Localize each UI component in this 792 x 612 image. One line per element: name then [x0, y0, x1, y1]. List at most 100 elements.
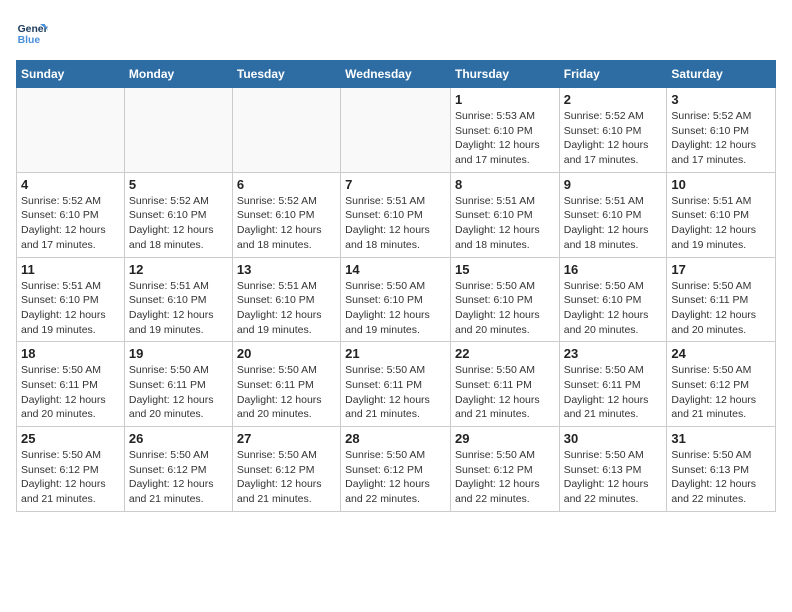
calendar-cell: 13Sunrise: 5:51 AM Sunset: 6:10 PM Dayli… [232, 257, 340, 342]
calendar-cell: 3Sunrise: 5:52 AM Sunset: 6:10 PM Daylig… [667, 88, 776, 173]
day-info: Sunrise: 5:50 AM Sunset: 6:11 PM Dayligh… [345, 363, 446, 422]
weekday-header-friday: Friday [559, 61, 667, 88]
calendar-cell: 1Sunrise: 5:53 AM Sunset: 6:10 PM Daylig… [450, 88, 559, 173]
day-info: Sunrise: 5:50 AM Sunset: 6:13 PM Dayligh… [671, 448, 771, 507]
calendar-cell: 4Sunrise: 5:52 AM Sunset: 6:10 PM Daylig… [17, 172, 125, 257]
day-info: Sunrise: 5:50 AM Sunset: 6:12 PM Dayligh… [129, 448, 228, 507]
day-number: 15 [455, 262, 555, 277]
day-number: 4 [21, 177, 120, 192]
day-info: Sunrise: 5:50 AM Sunset: 6:12 PM Dayligh… [455, 448, 555, 507]
calendar-cell: 27 Sunrise: 5:50 AM Sunset: 6:12 PM Dayli… [232, 427, 340, 512]
day-number: 11 [21, 262, 120, 277]
calendar-cell: 24 Sunrise: 5:50 AM Sunset: 6:12 PM Dayli… [667, 342, 776, 427]
weekday-header-monday: Monday [124, 61, 232, 88]
page-header: General Blue [16, 16, 776, 48]
calendar-cell: 19 Sunrise: 5:50 AM Sunset: 6:11 PM Dayli… [124, 342, 232, 427]
day-number: 21 [345, 346, 446, 361]
calendar-cell: 29 Sunrise: 5:50 AM Sunset: 6:12 PM Dayli… [450, 427, 559, 512]
day-number: 24 [671, 346, 771, 361]
calendar-header: SundayMondayTuesdayWednesdayThursdayFrid… [17, 61, 776, 88]
calendar-cell: 9 Sunrise: 5:51 AM Sunset: 6:10 PM Daylig… [559, 172, 667, 257]
day-number: 19 [129, 346, 228, 361]
weekday-header-wednesday: Wednesday [341, 61, 451, 88]
calendar-cell: 11 Sunrise: 5:51 AM Sunset: 6:10 PM Dayli… [17, 257, 125, 342]
calendar-cell: 31 Sunrise: 5:50 AM Sunset: 6:13 PM Dayli… [667, 427, 776, 512]
day-number: 29 [455, 431, 555, 446]
day-info: Sunrise: 5:52 AM Sunset: 6:10 PM Dayligh… [237, 194, 336, 253]
day-info: Sunrise: 5:51 AM Sunset: 6:10 PM Dayligh… [129, 279, 228, 338]
day-number: 6 [237, 177, 336, 192]
calendar-cell: 26 Sunrise: 5:50 AM Sunset: 6:12 PM Dayli… [124, 427, 232, 512]
calendar-cell: 14 Sunrise: 5:50 AM Sunset: 6:10 PM Dayli… [341, 257, 451, 342]
day-info: Sunrise: 5:52 AM Sunset: 6:10 PM Dayligh… [129, 194, 228, 253]
svg-text:Blue: Blue [18, 35, 41, 46]
day-number: 17 [671, 262, 771, 277]
calendar-cell: 12 Sunrise: 5:51 AM Sunset: 6:10 PM Dayli… [124, 257, 232, 342]
day-info: Sunrise: 5:50 AM Sunset: 6:11 PM Dayligh… [671, 279, 771, 338]
calendar-cell: 7 Sunrise: 5:51 AM Sunset: 6:10 PM Daylig… [341, 172, 451, 257]
day-number: 13 [237, 262, 336, 277]
day-number: 26 [129, 431, 228, 446]
calendar-cell: 10 Sunrise: 5:51 AM Sunset: 6:10 PM Dayli… [667, 172, 776, 257]
day-number: 10 [671, 177, 771, 192]
day-number: 25 [21, 431, 120, 446]
day-number: 27 [237, 431, 336, 446]
day-number: 8 [455, 177, 555, 192]
day-info: Sunrise: 5:50 AM Sunset: 6:11 PM Dayligh… [129, 363, 228, 422]
day-info: Sunrise: 5:51 AM Sunset: 6:10 PM Dayligh… [455, 194, 555, 253]
calendar-cell: 6 Sunrise: 5:52 AM Sunset: 6:10 PM Daylig… [232, 172, 340, 257]
calendar-cell: 18Sunrise: 5:50 AM Sunset: 6:11 PM Dayli… [17, 342, 125, 427]
day-number: 22 [455, 346, 555, 361]
day-number: 28 [345, 431, 446, 446]
calendar-table: SundayMondayTuesdayWednesdayThursdayFrid… [16, 60, 776, 512]
day-number: 14 [345, 262, 446, 277]
calendar-cell [341, 88, 451, 173]
day-info: Sunrise: 5:50 AM Sunset: 6:10 PM Dayligh… [455, 279, 555, 338]
day-number: 31 [671, 431, 771, 446]
day-info: Sunrise: 5:50 AM Sunset: 6:11 PM Dayligh… [237, 363, 336, 422]
day-number: 18 [21, 346, 120, 361]
logo-icon: General Blue [16, 16, 48, 48]
calendar-cell: 5Sunrise: 5:52 AM Sunset: 6:10 PM Daylig… [124, 172, 232, 257]
weekday-header-sunday: Sunday [17, 61, 125, 88]
day-info: Sunrise: 5:50 AM Sunset: 6:12 PM Dayligh… [21, 448, 120, 507]
day-info: Sunrise: 5:51 AM Sunset: 6:10 PM Dayligh… [345, 194, 446, 253]
calendar-cell: 25 Sunrise: 5:50 AM Sunset: 6:12 PM Dayli… [17, 427, 125, 512]
calendar-week-3: 11 Sunrise: 5:51 AM Sunset: 6:10 PM Dayli… [17, 257, 776, 342]
calendar-cell: 8 Sunrise: 5:51 AM Sunset: 6:10 PM Daylig… [450, 172, 559, 257]
calendar-cell: 30Sunrise: 5:50 AM Sunset: 6:13 PM Dayli… [559, 427, 667, 512]
day-number: 12 [129, 262, 228, 277]
calendar-cell [232, 88, 340, 173]
calendar-cell [124, 88, 232, 173]
weekday-header-thursday: Thursday [450, 61, 559, 88]
calendar-cell: 15 Sunrise: 5:50 AM Sunset: 6:10 PM Dayli… [450, 257, 559, 342]
day-info: Sunrise: 5:50 AM Sunset: 6:12 PM Dayligh… [237, 448, 336, 507]
day-info: Sunrise: 5:52 AM Sunset: 6:10 PM Dayligh… [564, 109, 663, 168]
day-number: 20 [237, 346, 336, 361]
day-info: Sunrise: 5:50 AM Sunset: 6:11 PM Dayligh… [455, 363, 555, 422]
day-info: Sunrise: 5:51 AM Sunset: 6:10 PM Dayligh… [21, 279, 120, 338]
day-number: 9 [564, 177, 663, 192]
calendar-cell: 23Sunrise: 5:50 AM Sunset: 6:11 PM Dayli… [559, 342, 667, 427]
calendar-week-5: 25 Sunrise: 5:50 AM Sunset: 6:12 PM Dayli… [17, 427, 776, 512]
day-number: 3 [671, 92, 771, 107]
weekday-header-tuesday: Tuesday [232, 61, 340, 88]
calendar-cell: 20 Sunrise: 5:50 AM Sunset: 6:11 PM Dayli… [232, 342, 340, 427]
day-info: Sunrise: 5:50 AM Sunset: 6:11 PM Dayligh… [564, 363, 663, 422]
calendar-cell [17, 88, 125, 173]
logo: General Blue [16, 16, 52, 48]
calendar-week-4: 18 Sunrise: 5:50 AM Sunset: 6:11 PM Dayli… [17, 342, 776, 427]
day-info: Sunrise: 5:53 AM Sunset: 6:10 PM Dayligh… [455, 109, 555, 168]
day-info: Sunrise: 5:50 AM Sunset: 6:10 PM Dayligh… [345, 279, 446, 338]
calendar-cell: 21 Sunrise: 5:50 AM Sunset: 6:11 PM Dayli… [341, 342, 451, 427]
day-info: Sunrise: 5:50 AM Sunset: 6:12 PM Dayligh… [671, 363, 771, 422]
calendar-cell: 17 Sunrise: 5:50 AM Sunset: 6:11 PM Dayli… [667, 257, 776, 342]
day-info: Sunrise: 5:51 AM Sunset: 6:10 PM Dayligh… [671, 194, 771, 253]
day-number: 7 [345, 177, 446, 192]
calendar-cell: 2Sunrise: 5:52 AM Sunset: 6:10 PM Daylig… [559, 88, 667, 173]
calendar-cell: 16Sunrise: 5:50 AM Sunset: 6:10 PM Dayli… [559, 257, 667, 342]
day-info: Sunrise: 5:50 AM Sunset: 6:13 PM Dayligh… [564, 448, 663, 507]
calendar-week-1: 1Sunrise: 5:53 AM Sunset: 6:10 PM Daylig… [17, 88, 776, 173]
day-info: Sunrise: 5:51 AM Sunset: 6:10 PM Dayligh… [564, 194, 663, 253]
calendar-week-2: 4 Sunrise: 5:52 AM Sunset: 6:10 PM Daylig… [17, 172, 776, 257]
